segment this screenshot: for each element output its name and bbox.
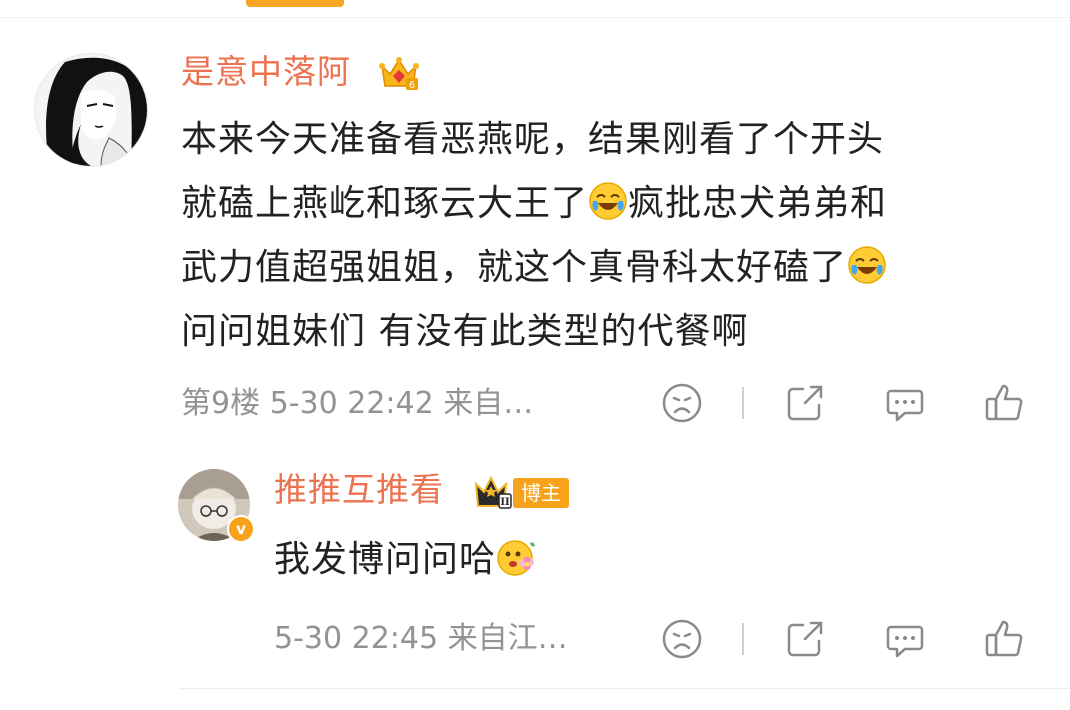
dislike-icon[interactable] xyxy=(660,617,704,661)
action-separator xyxy=(742,623,744,655)
action-separator xyxy=(742,387,744,419)
flower-blush-emoji-icon xyxy=(496,536,536,576)
share-icon[interactable] xyxy=(783,617,827,661)
comment-line-3: 武力值超强姐姐，就这个真骨科太好磕了 xyxy=(181,236,1041,300)
laugh-cry-emoji-icon xyxy=(588,178,628,220)
comment-body: 本来今天准备看恶燕呢，结果刚看了个开头 就磕上燕屹和琢云大王了 疯批忠犬弟弟和 武… xyxy=(181,108,1041,364)
reply-icon[interactable] xyxy=(883,617,927,661)
like-icon[interactable] xyxy=(982,381,1026,425)
comment-line-2b: 疯批忠犬弟弟和 xyxy=(628,183,888,224)
reply-meta: 5-30 22:45 来自江… xyxy=(274,621,568,656)
comment-line-2: 就磕上燕屹和琢云大王了 疯批忠犬弟弟和 xyxy=(181,172,1041,236)
svg-text:6: 6 xyxy=(409,80,415,91)
member-crown-badge-icon[interactable]: 6 xyxy=(378,52,420,94)
member-crown-badge-icon[interactable]: II xyxy=(473,472,517,512)
reply-icon[interactable] xyxy=(883,381,927,425)
dislike-icon[interactable] xyxy=(660,381,704,425)
comment-line-2a: 就磕上燕屹和琢云大王了 xyxy=(181,183,589,224)
comment-divider xyxy=(180,688,1070,689)
svg-text:II: II xyxy=(500,497,510,508)
commenter-username[interactable]: 是意中落阿 xyxy=(181,52,351,92)
blogger-tag: 博主 xyxy=(513,478,569,508)
like-icon[interactable] xyxy=(982,617,1026,661)
share-icon[interactable] xyxy=(783,381,827,425)
top-divider xyxy=(0,17,1070,18)
verified-badge-icon: v xyxy=(227,515,255,543)
weibo-comment-page: 是意中落阿 6 本来今天准备看恶燕呢，结果刚看了个开头 就磕上燕屹和琢云大王了疯… xyxy=(0,0,1070,710)
top-tab-indicator xyxy=(246,0,344,7)
reply-text: 我发博问问哈 xyxy=(274,539,497,580)
comment-line-1: 本来今天准备看恶燕呢，结果刚看了个开头 xyxy=(181,119,885,160)
comment-meta: 第9楼 5-30 22:42 来自… xyxy=(181,386,534,421)
commenter-avatar[interactable] xyxy=(34,53,148,167)
laugh-cry-emoji-icon xyxy=(847,242,887,284)
comment-line-3a: 武力值超强姐姐，就这个真骨科太好磕了 xyxy=(181,247,848,288)
comment-line-4: 问问姐妹们 有没有此类型的代餐啊 xyxy=(181,311,749,352)
reply-body: 我发博问问哈 xyxy=(274,530,536,590)
replier-username[interactable]: 推推互推看 xyxy=(274,470,444,510)
